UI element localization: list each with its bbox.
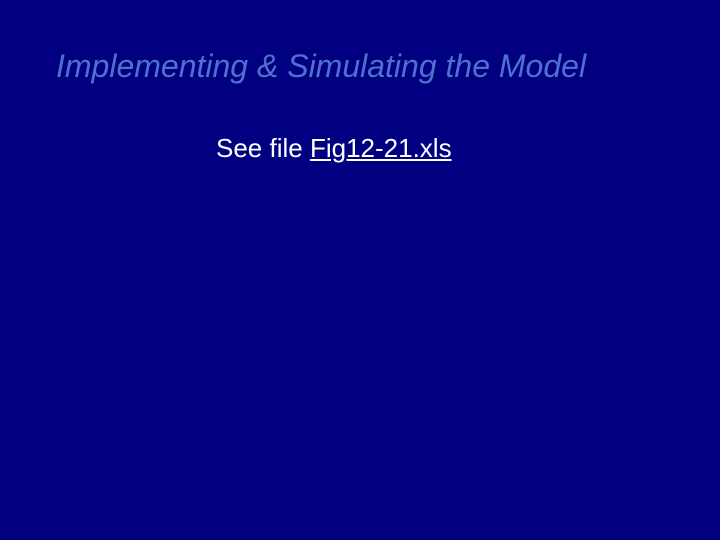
slide-body: See file Fig12-21.xls — [56, 133, 664, 164]
file-link[interactable]: Fig12-21.xls — [310, 133, 452, 163]
body-prefix-text: See file — [216, 133, 310, 163]
slide-container: Implementing & Simulating the Model See … — [0, 0, 720, 540]
slide-title: Implementing & Simulating the Model — [56, 48, 664, 85]
